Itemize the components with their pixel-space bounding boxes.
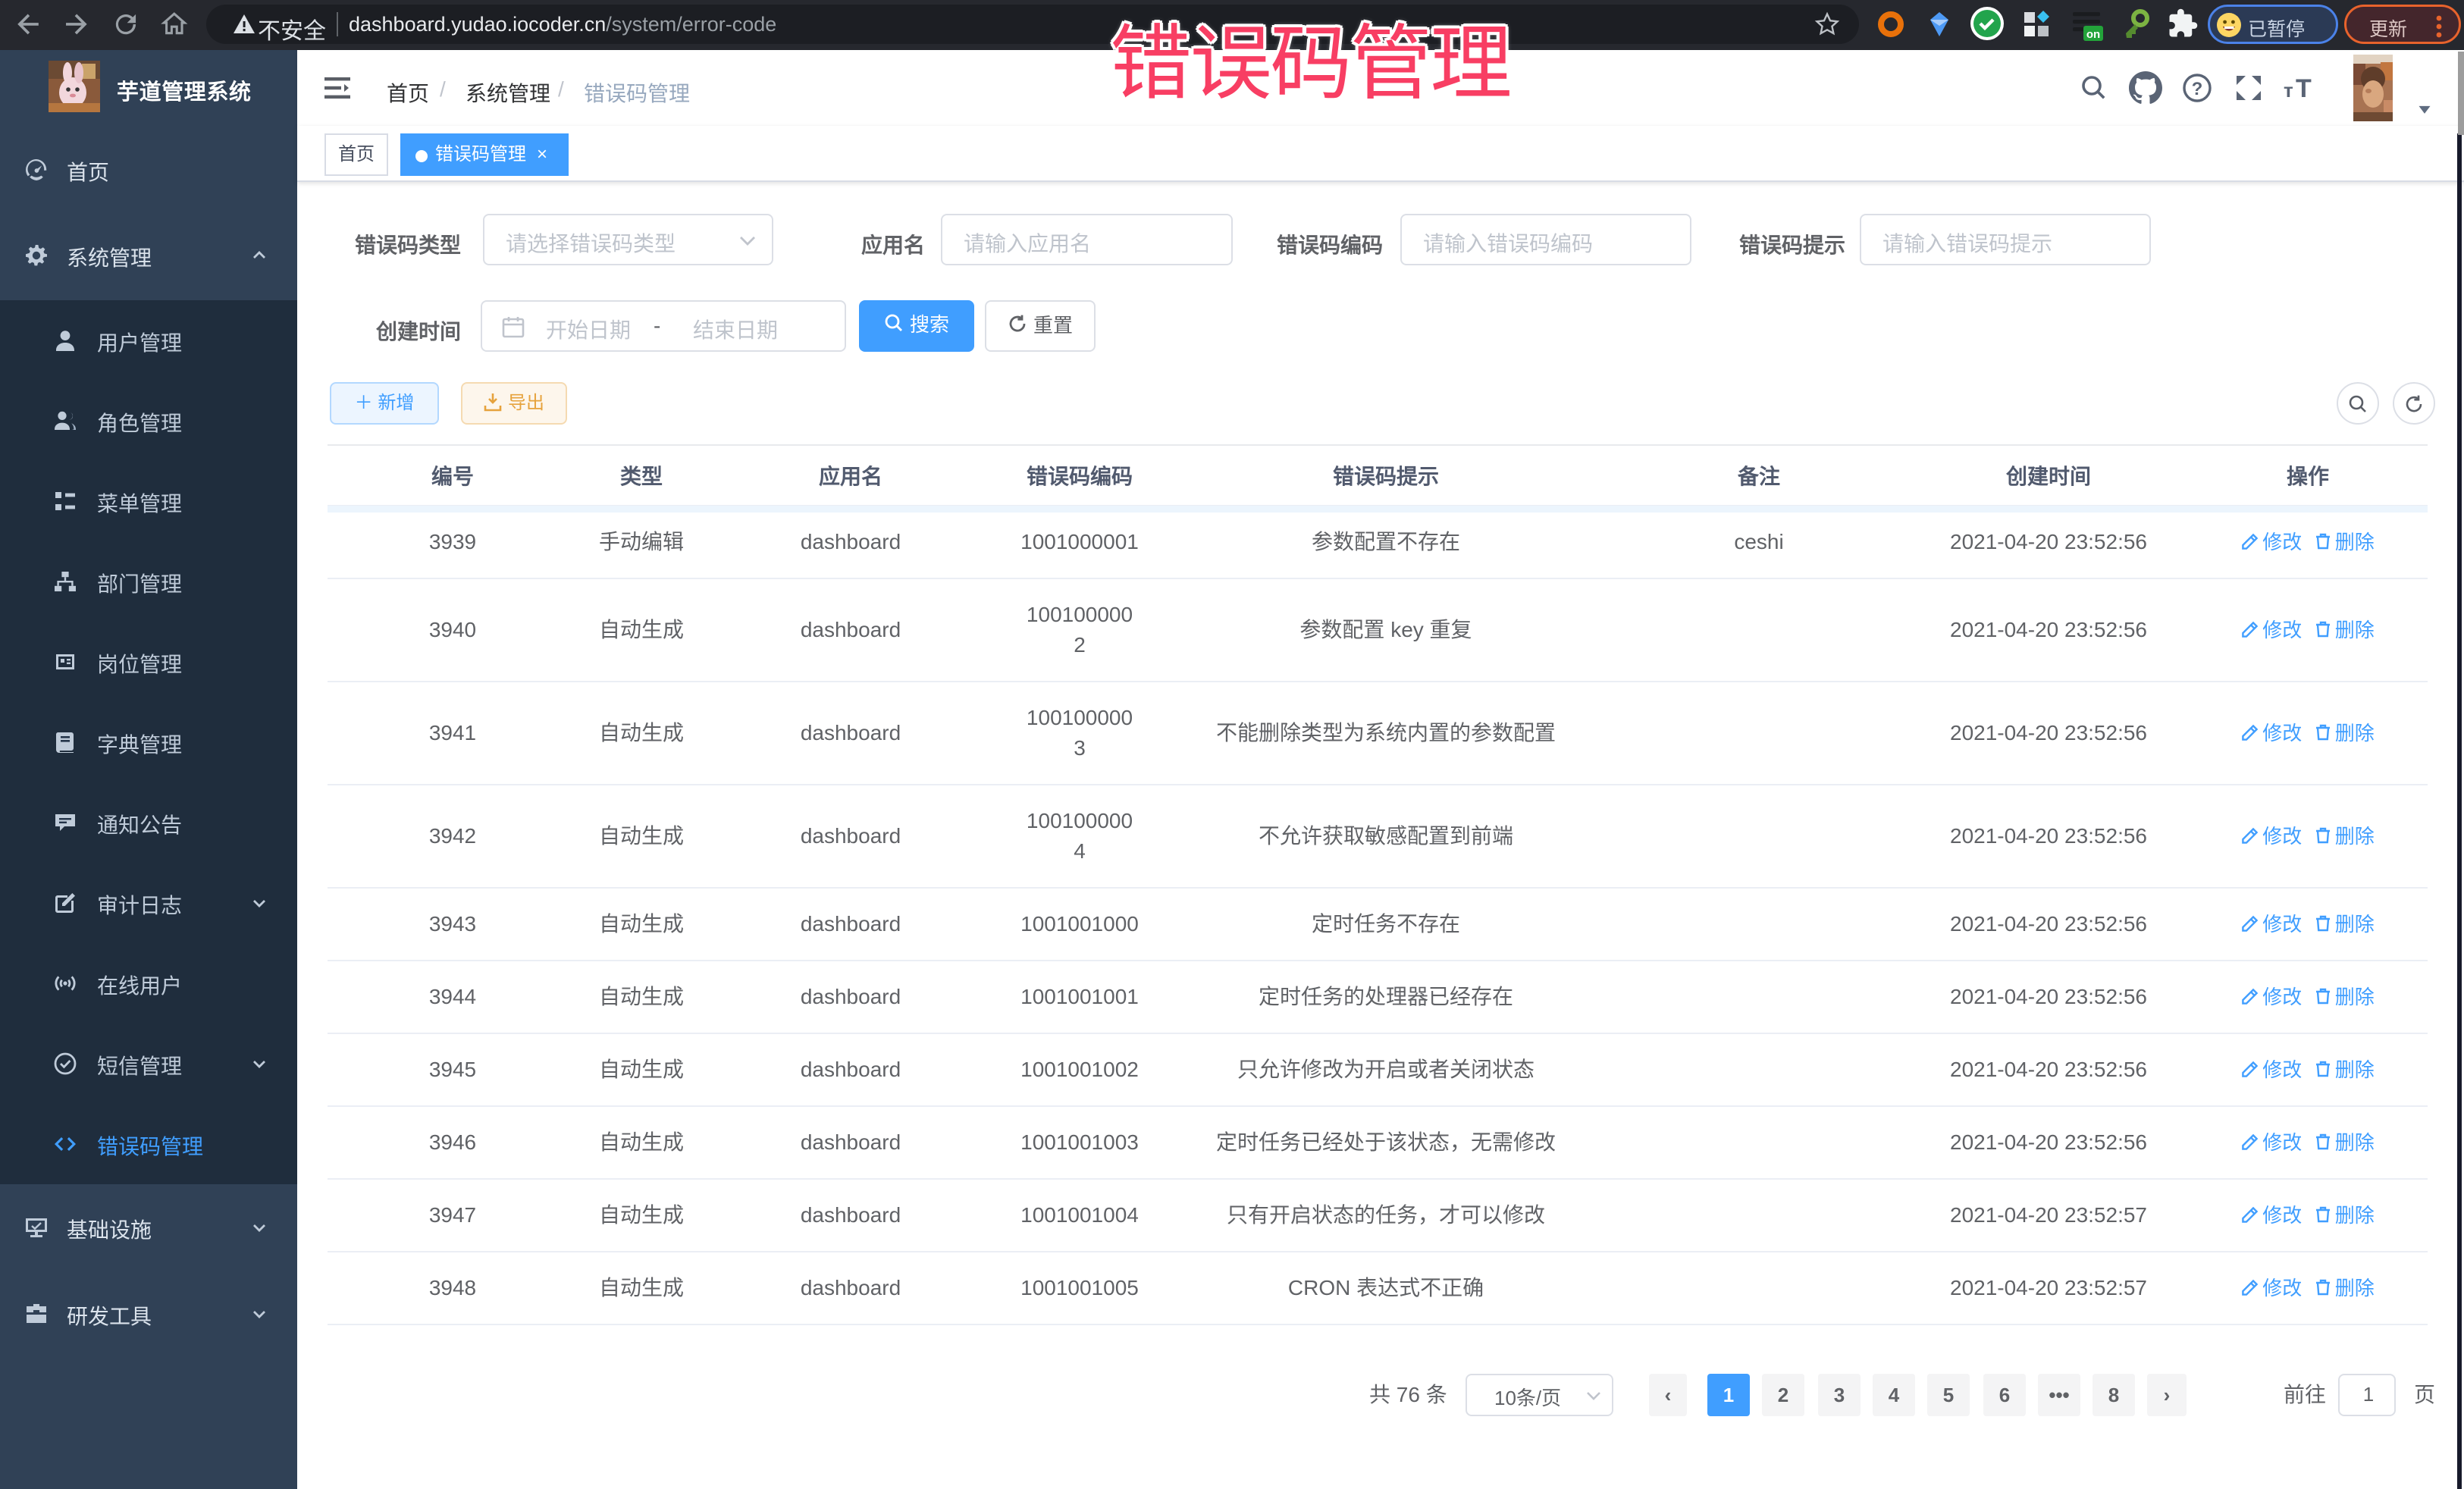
svg-text:on: on (2086, 28, 2100, 41)
svg-text:?: ? (2192, 79, 2203, 99)
svg-text:т: т (2284, 79, 2293, 102)
svg-text:T: T (2296, 74, 2312, 103)
